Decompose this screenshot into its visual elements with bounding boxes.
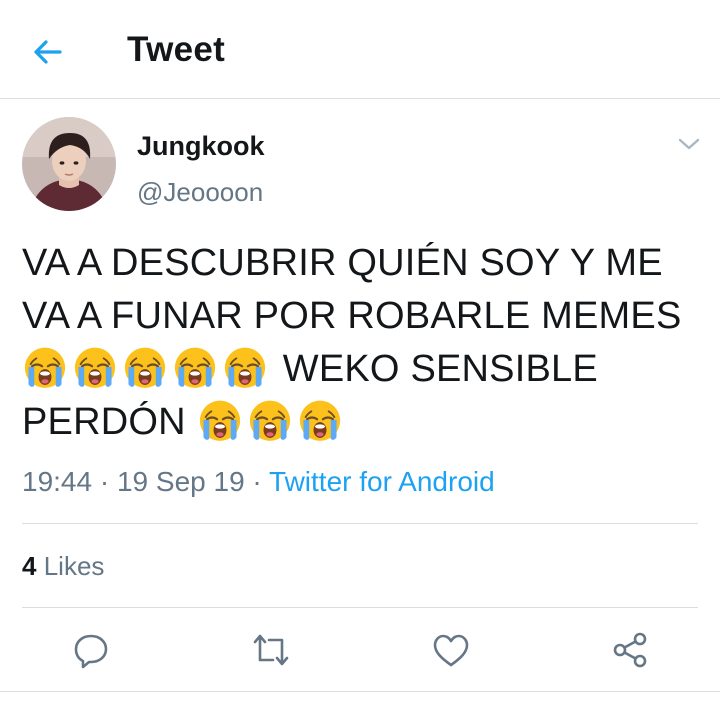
loudly-crying-face-icon (247, 397, 293, 443)
loudly-crying-face-icon (222, 344, 268, 390)
loudly-crying-face-icon (72, 344, 118, 390)
tweet-text-fragment: WEKO SENSIBLE (282, 348, 598, 390)
avatar[interactable] (22, 117, 116, 211)
tweet-source-link[interactable]: Twitter for Android (269, 466, 495, 497)
meta-separator: · (99, 466, 110, 497)
tweet-time: 19:44 (22, 466, 93, 497)
tweet-text-line: VA A FUNAR POR ROBARLE MEMES (22, 295, 682, 337)
bottom-divider (0, 691, 720, 692)
tweet-text-line: PERDÓN (22, 396, 712, 449)
meta-separator: · (252, 466, 262, 497)
header-divider (0, 98, 720, 99)
likes-count[interactable]: 4 Likes (22, 551, 104, 582)
tweet-text-fragment: PERDÓN (22, 401, 186, 443)
loudly-crying-face-icon (122, 344, 168, 390)
likes-number: 4 (22, 551, 37, 581)
app-header: Tweet (0, 0, 720, 98)
like-icon[interactable] (431, 630, 471, 670)
divider (22, 607, 698, 608)
author-name[interactable]: Jungkook (137, 131, 265, 162)
tweet-text-line: WEKO SENSIBLE (22, 343, 712, 396)
loudly-crying-face-icon (197, 397, 243, 443)
back-arrow-icon[interactable] (30, 34, 66, 70)
tweet-meta: 19:44 · 19 Sep 19 · Twitter for Android (22, 466, 495, 498)
divider (22, 523, 698, 524)
retweet-icon[interactable] (251, 630, 291, 670)
loudly-crying-face-icon (172, 344, 218, 390)
tweet-date: 19 Sep 19 (116, 466, 245, 497)
author-handle[interactable]: @Jeoooon (137, 177, 263, 208)
share-icon[interactable] (611, 630, 651, 670)
tweet-text: VA A DESCUBRIR QUIÉN SOY Y ME VA A FUNAR… (22, 237, 712, 449)
loudly-crying-face-icon (297, 397, 343, 443)
tweet-text-line: VA A DESCUBRIR QUIÉN SOY Y ME (22, 242, 663, 284)
chevron-down-icon[interactable] (676, 134, 702, 154)
likes-label: Likes (43, 551, 105, 581)
page-title: Tweet (127, 30, 226, 69)
loudly-crying-face-icon (22, 344, 68, 390)
reply-icon[interactable] (71, 630, 111, 670)
